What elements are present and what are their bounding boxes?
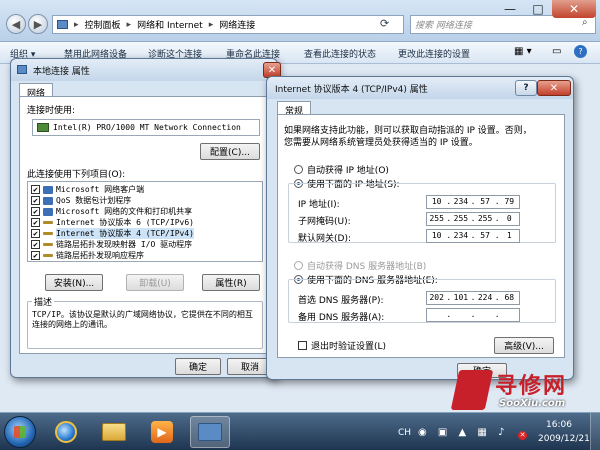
ip-address-field[interactable]: 10. 234. 57. 79 [426,195,520,209]
help-icon[interactable]: ? [574,45,587,58]
general-tab-panel: 如果网络支持此功能，则可以获取自动指派的 IP 设置。否则， 您需要从网络系统管… [277,114,565,358]
close-button[interactable]: ✕ [537,80,571,96]
breadcrumb-control-panel[interactable]: 控制面板 [85,18,121,31]
description-title: 描述 [32,295,55,308]
list-item[interactable]: ✔ 链路层拓扑发现响应程序 [31,250,144,261]
forward-button[interactable]: ▶ [28,14,48,34]
network-error-icon[interactable]: ✕ [518,431,527,440]
uninstall-button[interactable]: 卸载(U) [126,274,184,291]
item-checkbox[interactable]: ✔ [31,207,40,216]
default-gateway-label: 默认网关(D): [298,234,351,244]
advanced-button[interactable]: 高级(V)... [494,337,554,354]
item-checkbox[interactable]: ✔ [31,218,40,227]
ok-button[interactable]: 确定 [175,358,221,375]
back-button[interactable]: ◀ [6,14,26,34]
address-bar[interactable]: ▸ 控制面板 ▸ 网络和 Internet ▸ 网络连接 [52,15,404,34]
default-gateway-field[interactable]: 10. 234. 57. 1 [426,229,520,243]
clock-time[interactable]: 16:06 [546,420,572,430]
minimize-button[interactable]: — [496,0,524,18]
local-connection-properties-dialog: 本地连接 属性 ✕ 网络 连接时使用: Intel(R) PRO/1000 MT… [10,58,281,378]
items-label: 此连接使用下列项目(O): [27,170,126,180]
network-adapter-icon [37,123,49,132]
list-item[interactable]: ✔ QoS 数据包计划程序 [31,195,131,206]
auto-ip-radio[interactable]: 自动获得 IP 地址(O) [294,163,389,176]
taskbar: ▶ CH ◉ ▣ ▲ ▦ ♪ ✕ 16:06 2009/12/21 [0,412,600,450]
auto-dns-radio[interactable]: 自动获得 DNS 服务器地址(B) [294,259,426,272]
clock-date[interactable]: 2009/12/21 [538,434,590,444]
install-button[interactable]: 安装(N)... [45,274,103,291]
breadcrumb-network-connections[interactable]: 网络连接 [219,18,255,31]
protocol-icon [43,254,53,257]
components-list[interactable]: ✔ Microsoft 网络客户端 ✔ QoS 数据包计划程序 ✔ Micros… [27,181,263,262]
subnet-mask-label: 子网掩码(U): [298,217,351,227]
media-player-icon[interactable]: ▶ [142,416,182,448]
properties-button[interactable]: 属性(R) [202,274,260,291]
refresh-icon[interactable]: ⟳ [380,17,389,30]
adapter-field: Intel(R) PRO/1000 MT Network Connection [32,119,260,136]
preferred-dns-field[interactable]: 202. 101. 224. 68 [426,291,520,305]
language-indicator[interactable]: CH [398,428,411,438]
item-checkbox[interactable]: ✔ [31,185,40,194]
explorer-icon[interactable] [94,416,134,448]
alternate-dns-label: 备用 DNS 服务器(A): [298,313,385,323]
protocol-icon [43,243,53,246]
dialog-title: 本地连接 属性 [33,67,90,77]
network-connection-icon [17,65,27,74]
close-button[interactable]: ✕ [552,0,596,18]
maximize-button[interactable]: □ [524,0,552,18]
start-button[interactable] [4,416,36,448]
watermark-title: 寻修网 [495,374,568,399]
breadcrumb-network-internet[interactable]: 网络和 Internet [137,18,203,31]
watermark-logo-icon [450,370,494,410]
site-watermark: 寻修网 SooXiu.com [450,368,600,416]
list-item[interactable]: ✔ 链路层拓扑发现映射器 I/O 驱动程序 [31,239,192,250]
network-folder-icon [57,20,68,29]
preferred-dns-label: 首选 DNS 服务器(P): [298,296,384,306]
ip-address-label: IP 地址(I): [298,200,340,210]
item-checkbox[interactable]: ✔ [31,196,40,205]
connect-using-label: 连接时使用: [27,106,76,116]
show-desktop-button[interactable] [590,413,600,450]
file-share-icon [43,207,53,216]
list-item[interactable]: ✔ Microsoft 网络的文件和打印机共享 [31,206,192,217]
view-status-command[interactable]: 查看此连接的状态 [304,47,376,60]
protocol-icon [43,232,53,235]
intro-line-2: 您需要从网络系统管理员处获得适当的 IP 设置。 [284,138,478,148]
protocol-icon [43,221,53,224]
alternate-dns-field[interactable]: ... [426,308,520,322]
client-icon [43,185,53,194]
network-tab-panel: 连接时使用: Intel(R) PRO/1000 MT Network Conn… [19,96,271,354]
watermark-url: SooXiu.com [499,398,566,409]
list-item[interactable]: ✔ Internet 协议版本 6 (TCP/IPv6) [31,217,194,228]
change-settings-command[interactable]: 更改此连接的设置 [398,47,470,60]
item-checkbox[interactable]: ✔ [31,240,40,249]
ie-icon[interactable] [46,416,86,448]
item-checkbox[interactable]: ✔ [31,229,40,238]
preview-pane-icon[interactable]: ▭ [552,46,561,57]
description-text: TCP/IP。该协议是默认的广域网络协议，它提供在不同的相互连接的网络上的通讯。 [32,310,253,329]
item-checkbox[interactable]: ✔ [31,251,40,260]
validate-on-exit-checkbox[interactable]: 退出时验证设置(L) [298,339,386,352]
list-item[interactable]: ✔ Internet 协议版本 4 (TCP/IPv4) [31,228,194,239]
configure-button[interactable]: 配置(C)... [200,143,260,160]
tray-icons[interactable]: ◉ ▣ ▲ ▦ ♪ [418,427,508,438]
ipv4-properties-dialog: Internet 协议版本 4 (TCP/IPv4) 属性 ? ✕ 常规 如果网… [266,76,574,380]
list-item[interactable]: ✔ Microsoft 网络客户端 [31,184,144,195]
network-connections-task[interactable] [190,416,230,448]
description-group: 描述 TCP/IP。该协议是默认的广域网络协议，它提供在不同的相互连接的网络上的… [27,295,263,349]
search-icon[interactable]: ⌕ [582,17,588,28]
subnet-mask-field[interactable]: 255. 255. 255. 0 [426,212,520,226]
dialog-title: Internet 协议版本 4 (TCP/IPv4) 属性 [275,85,428,95]
qos-icon [43,196,53,205]
help-button[interactable]: ? [515,80,537,96]
view-options-icon[interactable]: ▦ ▾ [514,46,532,57]
